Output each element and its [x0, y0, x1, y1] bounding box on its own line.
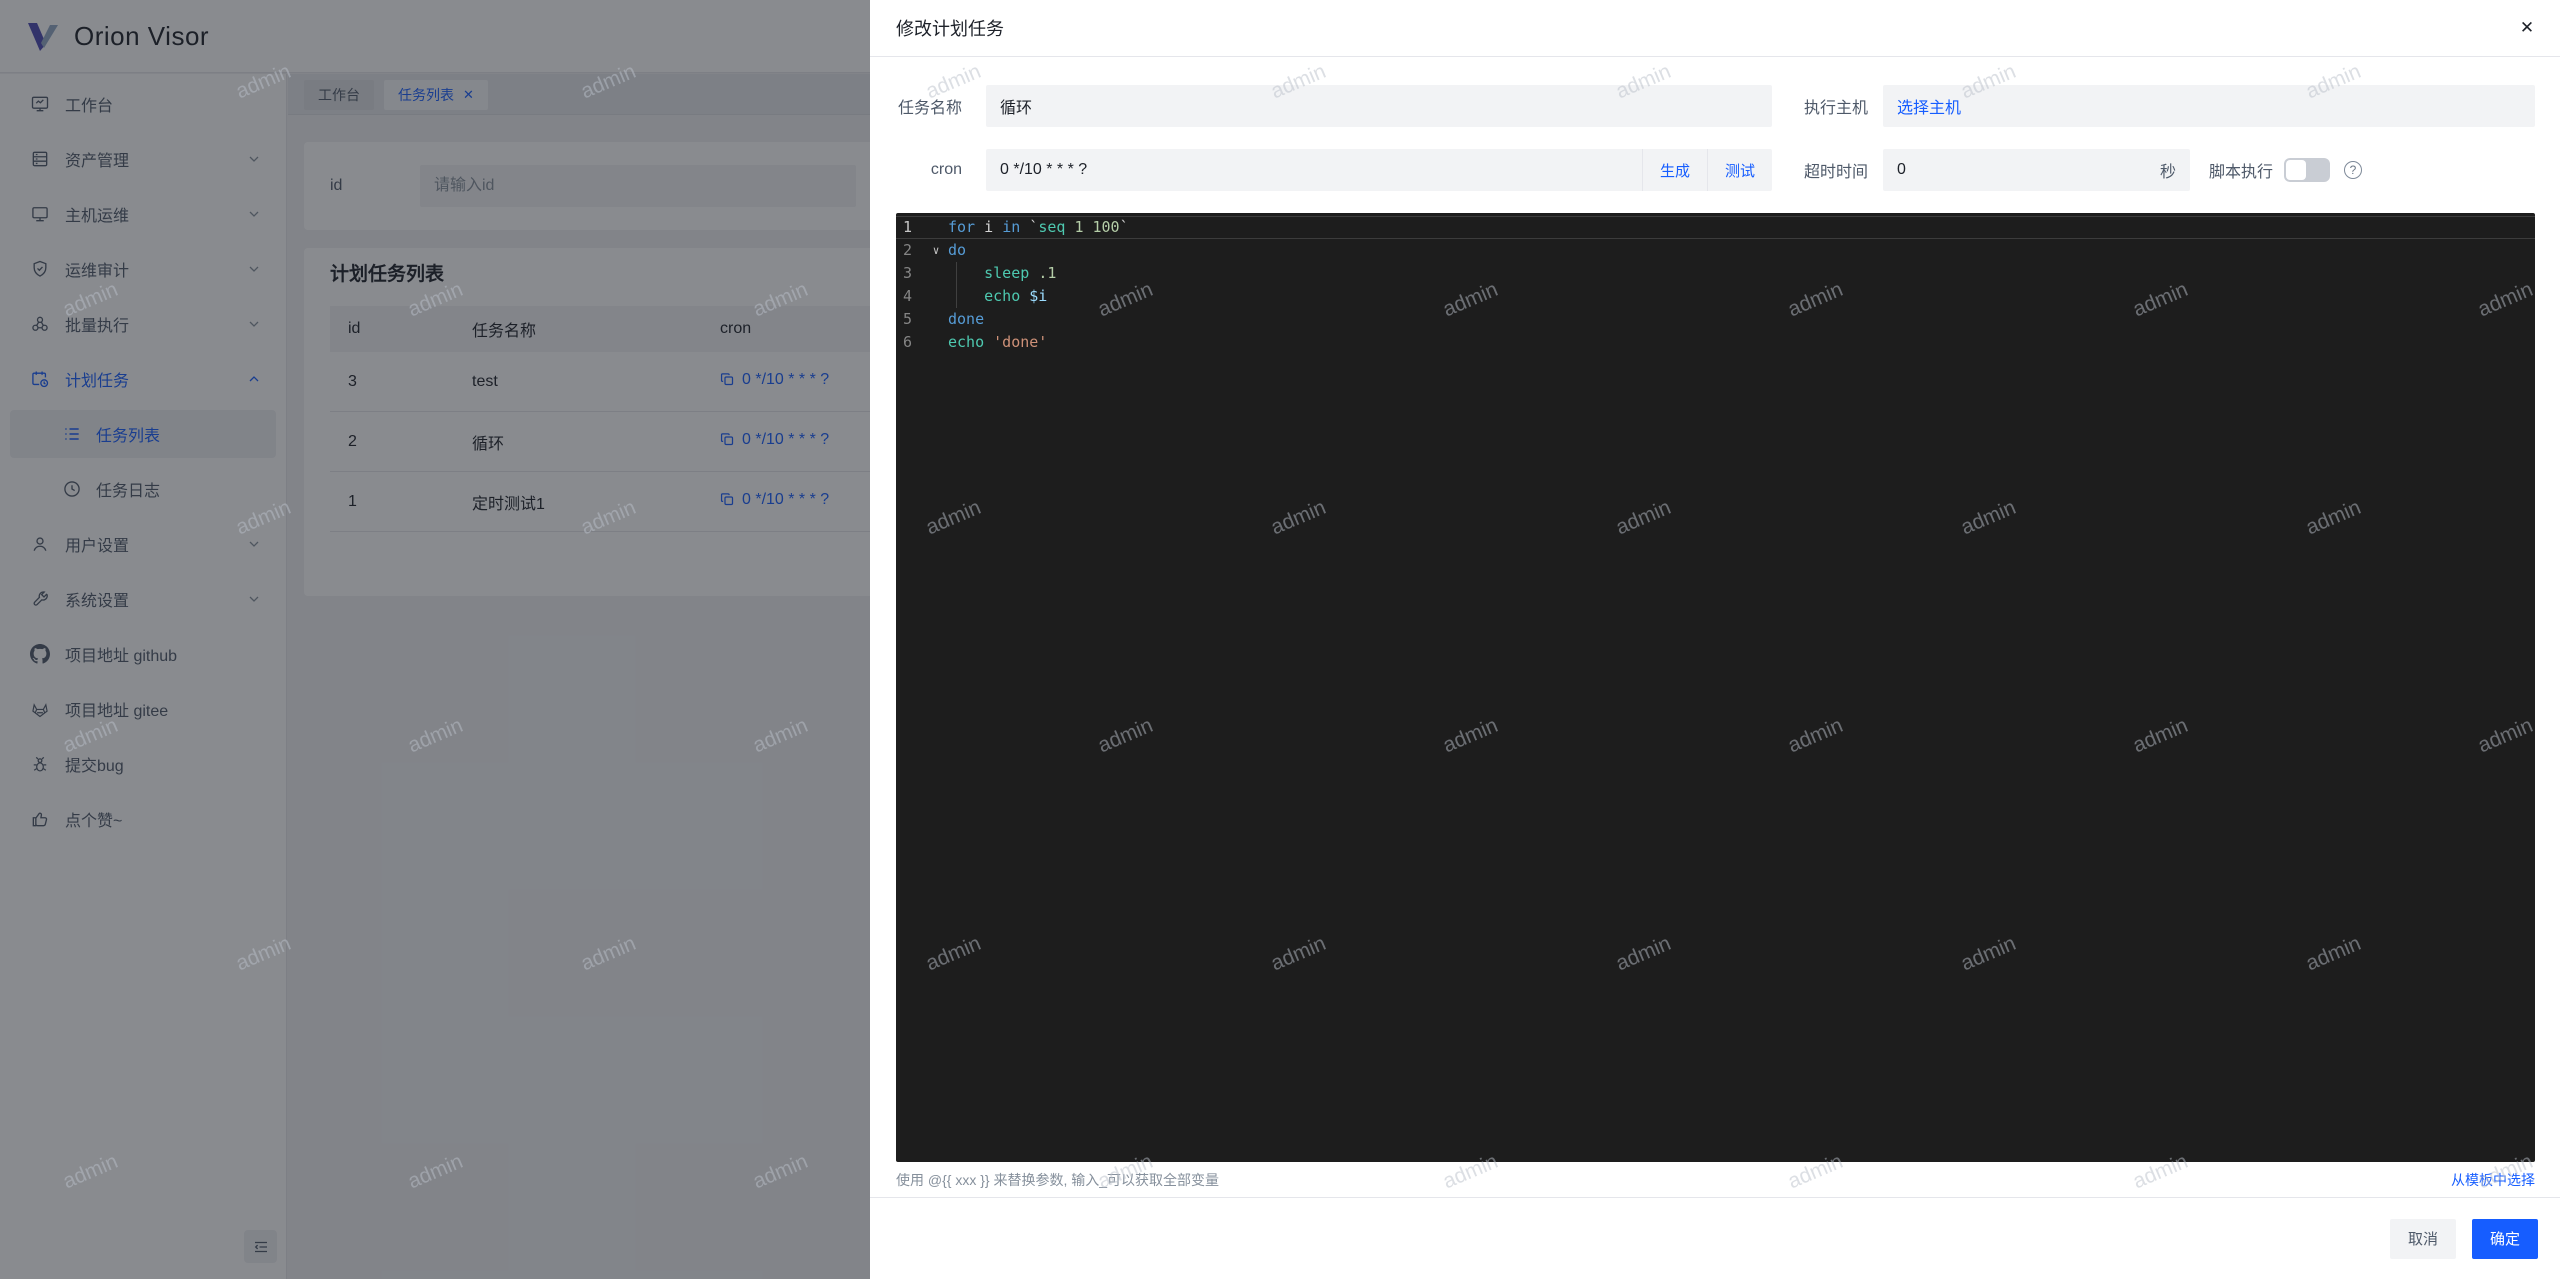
code-text: done — [948, 310, 985, 328]
select-host-field[interactable]: 选择主机 — [1883, 85, 2535, 127]
cancel-button[interactable]: 取消 — [2389, 1218, 2456, 1259]
code-text: echo 'done' — [948, 333, 1048, 351]
task-name-label: 任务名称 — [897, 100, 962, 117]
fold-gutter — [924, 262, 948, 285]
line-number: 5 — [903, 310, 913, 328]
cron-field-group: 0 */10 * * * ? 生成 测试 — [986, 149, 1772, 191]
indent-guide — [956, 285, 957, 308]
cron-generate-button[interactable]: 生成 — [1642, 149, 1707, 191]
code-line: 5 done — [896, 308, 2535, 331]
line-number: 1 — [903, 218, 913, 236]
line-number: 6 — [903, 333, 913, 351]
fold-gutter — [924, 331, 948, 354]
code-line: 1 for i in `seq 1 100` — [896, 216, 2535, 239]
script-execute-toggle[interactable] — [2284, 158, 2330, 182]
form-row-name-host: 任务名称 循环 执行主机 选择主机 — [896, 85, 2535, 127]
timeout-label: 超时时间 — [1803, 164, 1868, 181]
cron-test-button[interactable]: 测试 — [1707, 149, 1772, 191]
line-number: 4 — [903, 287, 913, 305]
fold-gutter — [924, 216, 948, 239]
code-text: do — [948, 241, 967, 259]
line-number: 3 — [903, 264, 913, 282]
modal-header: 修改计划任务 ✕ — [870, 0, 2560, 57]
close-icon[interactable]: ✕ — [2512, 13, 2542, 43]
edit-task-modal: 修改计划任务 ✕ 任务名称 循环 执行主机 选择主机 cron 0 */10 *… — [870, 0, 2560, 1279]
toggle-knob — [2286, 160, 2306, 180]
fold-chevron-icon[interactable]: ∨ — [924, 239, 948, 262]
line-number: 2 — [903, 241, 913, 259]
modal-body: 任务名称 循环 执行主机 选择主机 cron 0 */10 * * * ? 生成… — [870, 57, 2560, 1197]
task-name-input[interactable]: 循环 — [986, 85, 1772, 127]
cron-label: cron — [930, 161, 962, 178]
confirm-button[interactable]: 确定 — [2471, 1218, 2538, 1259]
timeout-unit: 秒 — [2159, 164, 2176, 181]
code-line: 2 ∨ do — [896, 239, 2535, 262]
param-hint-text: 使用 @{{ xxx }} 来替换参数, 输入_可以获取全部变量 — [896, 1171, 1220, 1188]
help-question-icon[interactable]: ? — [2344, 161, 2362, 179]
indent-guide — [956, 262, 957, 285]
select-host-link[interactable]: 选择主机 — [1897, 94, 1961, 118]
code-text: for i in `seq 1 100` — [948, 218, 1129, 236]
script-exec-label: 脚本执行 — [2208, 164, 2273, 181]
code-text: sleep .1 — [984, 264, 1057, 282]
code-line: 6 echo 'done' — [896, 331, 2535, 354]
editor-hint-row: 使用 @{{ xxx }} 来替换参数, 输入_可以获取全部变量 从模板中选择 — [896, 1162, 2535, 1197]
cron-input[interactable]: 0 */10 * * * ? — [986, 149, 1642, 191]
fold-gutter — [924, 308, 948, 331]
modal-title: 修改计划任务 — [896, 19, 1004, 39]
choose-template-link[interactable]: 从模板中选择 — [2451, 1170, 2535, 1190]
fold-gutter — [924, 285, 948, 308]
modal-footer: 取消 确定 — [870, 1197, 2560, 1279]
code-line: 3 sleep .1 — [896, 262, 2535, 285]
script-editor[interactable]: 1 for i in `seq 1 100` 2 ∨ do 3 sleep .1 4 ech… — [896, 213, 2535, 1162]
timeout-input[interactable]: 0 秒 — [1883, 149, 2190, 191]
code-line: 4 echo $i — [896, 285, 2535, 308]
exec-host-label: 执行主机 — [1803, 100, 1868, 117]
form-row-cron-timeout: cron 0 */10 * * * ? 生成 测试 超时时间 0 秒 脚本执行 … — [896, 149, 2535, 191]
code-text: echo $i — [984, 287, 1048, 305]
